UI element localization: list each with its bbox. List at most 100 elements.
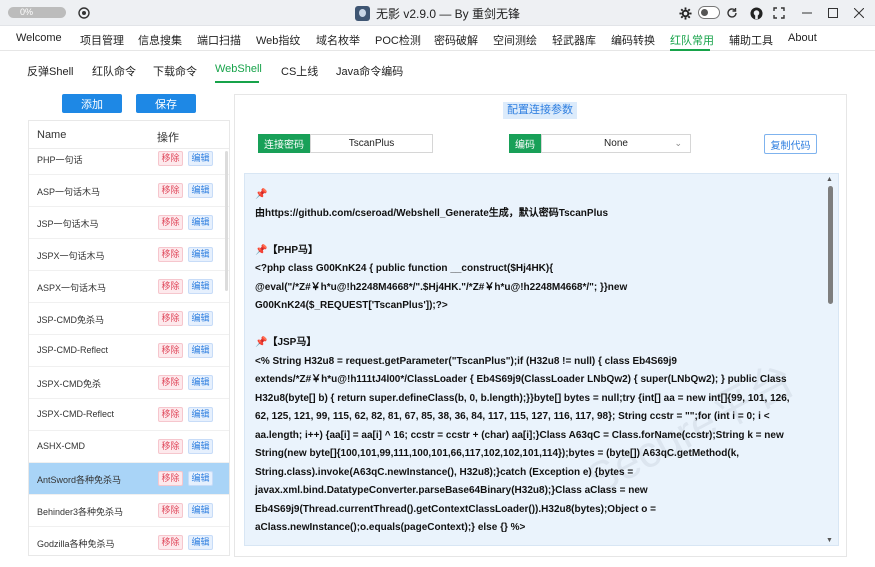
table-row[interactable]: JSPX一句话木马 移除 编辑 [29,239,229,271]
edit-button[interactable]: 编辑 [188,503,213,518]
menu-info-gathering[interactable]: 信息搜集 [138,32,182,48]
remove-button[interactable]: 移除 [158,439,183,454]
scroll-down-icon[interactable]: ▼ [826,537,833,544]
code-output[interactable]: Secure平台 📌 由https://github.com/cseroad/W… [244,173,839,546]
tab-webshell[interactable]: WebShell [215,63,262,75]
row-name: ASP一句话木马 [37,187,101,197]
table-row[interactable]: ASPX一句话木马 移除 编辑 [29,271,229,303]
code-line: aClass.newInstance();o.equals(pageContex… [255,522,526,533]
table-row[interactable]: Godzilla各种免杀马 移除 编辑 [29,527,229,555]
scroll-up-icon[interactable]: ▲ [826,176,833,183]
add-button[interactable]: 添加 [62,94,122,113]
menu-poc-check[interactable]: POC检测 [375,32,421,48]
table-row[interactable]: Behinder3各种免杀马 移除 编辑 [29,495,229,527]
table-row[interactable]: PHP一句话 移除 编辑 [29,143,229,175]
subtab-active-indicator [215,81,259,83]
menu-light-arsenal[interactable]: 轻武器库 [552,32,596,48]
pin-icon: 📌 [255,189,268,200]
webshell-list: Name 操作 PHP一句话 移除 编辑 ASP一句话木马 移除 编辑 JSP一句话木马 移除… [28,120,230,556]
code-line: 62, 125, 121, 99, 115, 62, 82, 81, 67, 8… [255,411,770,422]
settings-icon[interactable] [677,5,693,21]
row-name: JSPX-CMD免杀 [37,379,102,389]
app-title: 无影 v2.9.0 — By 重剑无锋 [0,5,875,22]
tab-reverse-shell[interactable]: 反弹Shell [27,63,73,79]
menu-project-management[interactable]: 项目管理 [80,32,124,48]
refresh-icon[interactable] [724,5,740,21]
code-scrollbar-thumb[interactable] [828,186,833,304]
remove-button[interactable]: 移除 [158,375,183,390]
edit-button[interactable]: 编辑 [188,375,213,390]
remove-button[interactable]: 移除 [158,535,183,550]
table-row[interactable]: AntSword各种免杀马 移除 编辑 [29,463,229,495]
password-input[interactable]: TscanPlus [310,134,433,153]
copy-code-button[interactable]: 复制代码 [764,134,817,154]
menu-aux-tools[interactable]: 辅助工具 [729,32,773,48]
tab-java-command-encode[interactable]: Java命令编码 [336,63,403,79]
remove-button[interactable]: 移除 [158,215,183,230]
list-scrollbar[interactable] [225,151,228,291]
tab-download-commands[interactable]: 下载命令 [153,63,197,79]
table-row[interactable]: ASP一句话木马 移除 编辑 [29,175,229,207]
menu-about[interactable]: About [788,32,817,44]
edit-button[interactable]: 编辑 [188,343,213,358]
table-row[interactable]: JSP-CMD免杀马 移除 编辑 [29,303,229,335]
edit-button[interactable]: 编辑 [188,247,213,262]
table-row[interactable]: ASHX-CMD 移除 编辑 [29,431,229,463]
remove-button[interactable]: 移除 [158,343,183,358]
chevron-down-icon: ⌄ [674,138,682,148]
encode-select-value: None [604,138,628,149]
edit-button[interactable]: 编辑 [188,439,213,454]
menu-welcome[interactable]: Welcome [16,32,62,44]
remove-button[interactable]: 移除 [158,471,183,486]
edit-button[interactable]: 编辑 [188,535,213,550]
theme-toggle[interactable] [698,6,720,19]
table-row[interactable]: JSPX-CMD-Reflect 移除 编辑 [29,399,229,431]
menu-password-crack[interactable]: 密码破解 [434,32,478,48]
code-line: Eb4S69j9(Thread.currentThread().getConte… [255,503,656,515]
app-logo-icon [354,6,370,21]
remove-button[interactable]: 移除 [158,407,183,422]
edit-button[interactable]: 编辑 [188,183,213,198]
edit-button[interactable]: 编辑 [188,215,213,230]
row-name: ASPX一句话木马 [37,283,107,293]
menu-web-fingerprint[interactable]: Web指纹 [256,32,300,48]
php-section-title: 【PHP马】 [267,244,319,256]
tab-redteam-commands[interactable]: 红队命令 [92,63,136,79]
menu-redteam[interactable]: 红队常用 [670,32,714,48]
menu-domain-enum[interactable]: 域名枚举 [316,32,360,48]
encode-select[interactable]: None ⌄ [541,134,691,153]
menu-port-scan[interactable]: 端口扫描 [197,32,241,48]
code-line: String.class).invoke(A63qC.newInstance()… [255,466,634,478]
remove-button[interactable]: 移除 [158,279,183,294]
row-name: ASHX-CMD [37,441,86,451]
github-icon[interactable] [748,5,764,21]
row-name: JSP-CMD免杀马 [37,315,104,325]
code-line: H32u8(byte[] b) { return super.defineCla… [255,392,790,404]
remove-button[interactable]: 移除 [158,311,183,326]
close-button[interactable] [842,0,875,26]
remove-button[interactable]: 移除 [158,183,183,198]
remove-button[interactable]: 移除 [158,151,183,166]
table-row[interactable]: JSP一句话木马 移除 编辑 [29,207,229,239]
table-row[interactable]: JSP-CMD-Reflect 移除 编辑 [29,335,229,367]
toggle-knob [701,9,708,16]
edit-button[interactable]: 编辑 [188,279,213,294]
tab-cs-online[interactable]: CS上线 [281,63,318,79]
code-line: <?php class G00KnK24 { public function _… [255,263,554,274]
row-name: JSP-CMD-Reflect [37,345,109,355]
edit-button[interactable]: 编辑 [188,471,213,486]
table-row[interactable]: JSPX-CMD免杀 移除 编辑 [29,367,229,399]
menu-encoding[interactable]: 编码转换 [611,32,655,48]
pin-icon: 📌 [255,337,268,348]
fullscreen-icon[interactable] [771,5,787,21]
edit-button[interactable]: 编辑 [188,151,213,166]
save-button[interactable]: 保存 [136,94,196,113]
php-code-block: <?php class G00KnK24 { public function _… [255,260,821,316]
row-name: JSP一句话木马 [37,219,99,229]
menu-space-mapping[interactable]: 空间测绘 [493,32,537,48]
edit-button[interactable]: 编辑 [188,311,213,326]
edit-button[interactable]: 编辑 [188,407,213,422]
code-line: <% String H32u8 = request.getParameter("… [255,355,677,367]
remove-button[interactable]: 移除 [158,503,183,518]
remove-button[interactable]: 移除 [158,247,183,262]
